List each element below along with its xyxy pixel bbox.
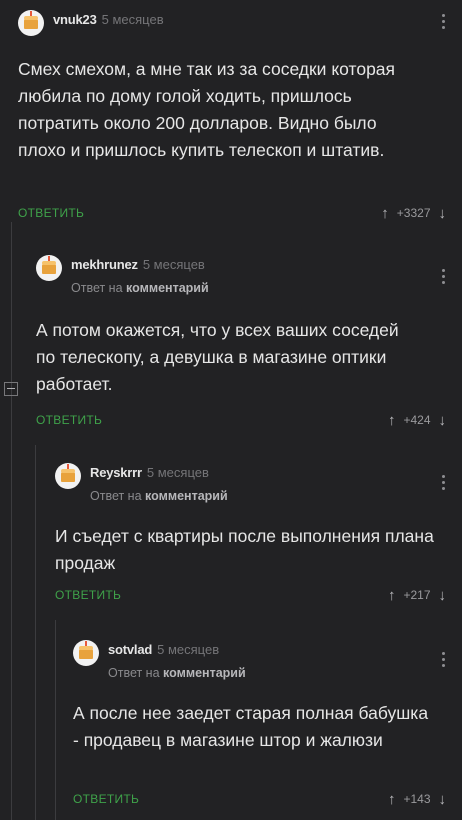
reply-to-line: Ответ на комментарий bbox=[108, 666, 246, 681]
author-name[interactable]: vnuk23 bbox=[53, 12, 97, 27]
thread-guide-line bbox=[35, 445, 36, 820]
comment-header: Reyskrrr 5 месяцев Ответ на комментарий bbox=[55, 463, 228, 503]
comment-time: 5 месяцев bbox=[146, 465, 209, 480]
reply-button[interactable]: ОТВЕТИТЬ bbox=[36, 413, 102, 427]
avatar[interactable] bbox=[73, 640, 99, 666]
reply-prefix: Ответ на bbox=[71, 281, 123, 296]
cake-icon bbox=[79, 641, 93, 659]
arrow-up-icon[interactable]: ↑ bbox=[388, 792, 396, 807]
reply-to-line: Ответ на комментарий bbox=[90, 489, 228, 504]
author-name[interactable]: mekhrunez bbox=[71, 257, 138, 272]
comment-text: И съедет с квартиры после выполнения пла… bbox=[55, 526, 434, 573]
vote-box: ↑ +143 ↓ bbox=[388, 792, 446, 807]
reply-prefix: Ответ на bbox=[90, 489, 142, 504]
reply-to-link[interactable]: комментарий bbox=[126, 281, 209, 295]
rating-count: +424 bbox=[403, 413, 431, 427]
comment-text: А после нее заедет старая полная бабушка… bbox=[73, 703, 429, 750]
vote-box: ↑ +217 ↓ bbox=[388, 588, 446, 603]
arrow-down-icon[interactable]: ↓ bbox=[439, 792, 447, 807]
reply-button[interactable]: ОТВЕТИТЬ bbox=[55, 588, 121, 602]
comment: mekhrunez 5 месяцев Ответ на комментарий … bbox=[36, 255, 462, 435]
reply-button[interactable]: ОТВЕТИТЬ bbox=[73, 792, 139, 806]
more-vertical-icon[interactable] bbox=[442, 475, 446, 490]
cake-icon bbox=[24, 11, 38, 29]
author-name[interactable]: sotvlad bbox=[108, 642, 152, 657]
avatar[interactable] bbox=[36, 255, 62, 281]
reply-to-link[interactable]: комментарий bbox=[145, 489, 228, 503]
rating-count: +217 bbox=[403, 588, 431, 602]
comment-text: Смех смехом, а мне так из за соседки кот… bbox=[18, 59, 396, 160]
arrow-up-icon[interactable]: ↑ bbox=[388, 588, 396, 603]
rating-count: +143 bbox=[403, 792, 431, 806]
comment: Reyskrrr 5 месяцев Ответ на комментарий И… bbox=[55, 463, 462, 613]
thread-guide-line bbox=[55, 620, 56, 820]
author-name[interactable]: Reyskrrr bbox=[90, 465, 142, 480]
comment-actions: ОТВЕТИТЬ ↑ +3327 ↓ bbox=[18, 204, 462, 222]
vote-box: ↑ +424 ↓ bbox=[388, 413, 446, 428]
rating-count: +3327 bbox=[396, 206, 431, 220]
comment-time: 5 месяцев bbox=[142, 257, 205, 272]
reply-prefix: Ответ на bbox=[108, 666, 160, 681]
comment-actions: ОТВЕТИТЬ ↑ +143 ↓ bbox=[73, 790, 462, 808]
comment-actions: ОТВЕТИТЬ ↑ +424 ↓ bbox=[36, 411, 462, 429]
comment-header: sotvlad 5 месяцев Ответ на комментарий bbox=[73, 640, 246, 680]
comment-time: 5 месяцев bbox=[101, 12, 164, 27]
collapse-minus-icon[interactable] bbox=[4, 382, 18, 396]
comment: sotvlad 5 месяцев Ответ на комментарий А … bbox=[73, 640, 462, 820]
avatar[interactable] bbox=[18, 10, 44, 36]
avatar[interactable] bbox=[55, 463, 81, 489]
comment-time: 5 месяцев bbox=[157, 642, 220, 657]
thread-guide-line bbox=[11, 222, 12, 820]
reply-button[interactable]: ОТВЕТИТЬ bbox=[18, 206, 84, 220]
cake-icon bbox=[42, 256, 56, 274]
arrow-up-icon[interactable]: ↑ bbox=[381, 206, 389, 221]
vote-box: ↑ +3327 ↓ bbox=[381, 206, 446, 221]
cake-icon bbox=[61, 464, 75, 482]
arrow-down-icon[interactable]: ↓ bbox=[439, 413, 447, 428]
comment: vnuk23 5 месяцев Смех смехом, а мне так и… bbox=[18, 10, 462, 232]
comment-header: vnuk23 5 месяцев bbox=[18, 10, 164, 50]
comment-actions: ОТВЕТИТЬ ↑ +217 ↓ bbox=[55, 586, 462, 604]
comment-header: mekhrunez 5 месяцев Ответ на комментарий bbox=[36, 255, 209, 295]
reply-to-line: Ответ на комментарий bbox=[71, 281, 209, 296]
more-vertical-icon[interactable] bbox=[442, 652, 446, 667]
arrow-down-icon[interactable]: ↓ bbox=[439, 206, 447, 221]
reply-to-link[interactable]: комментарий bbox=[163, 666, 246, 680]
more-vertical-icon[interactable] bbox=[442, 269, 446, 284]
more-vertical-icon[interactable] bbox=[442, 14, 446, 29]
arrow-down-icon[interactable]: ↓ bbox=[439, 588, 447, 603]
comment-text: А потом окажется, что у всех ваших сосед… bbox=[36, 320, 399, 394]
arrow-up-icon[interactable]: ↑ bbox=[388, 413, 396, 428]
